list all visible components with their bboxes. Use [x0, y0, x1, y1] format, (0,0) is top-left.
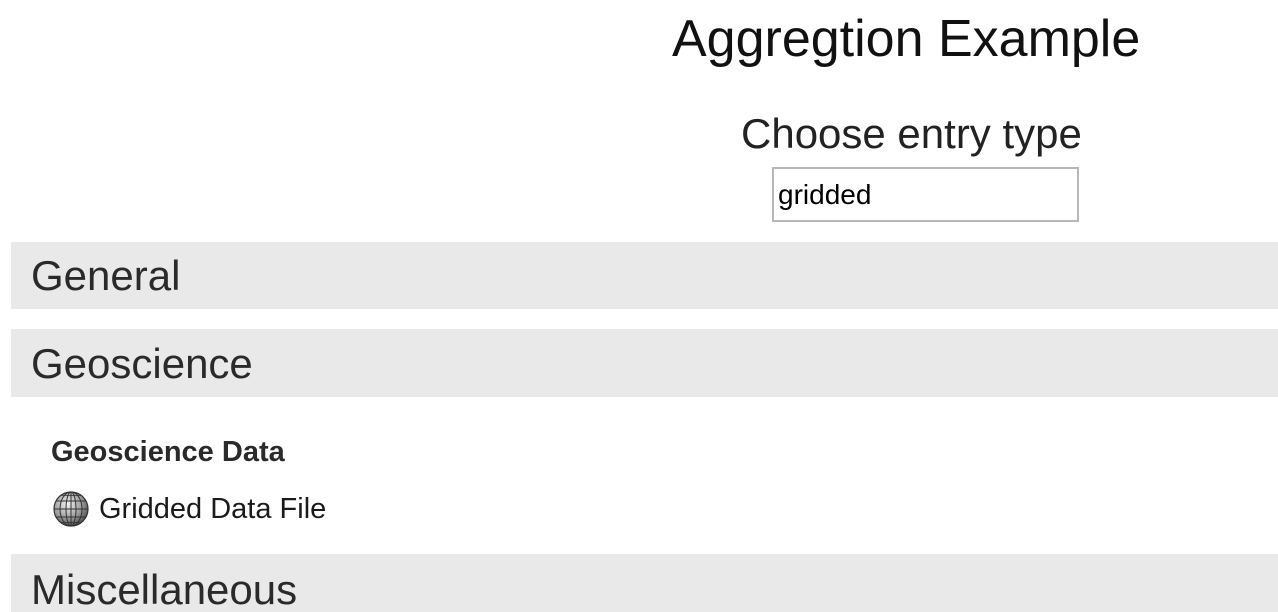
entry-type-search-input[interactable]: [772, 167, 1079, 222]
entry-type-chooser-page: Aggregtion Example Choose entry type Gen…: [0, 0, 1278, 612]
group-heading-geoscience-data: Geoscience Data: [51, 436, 285, 468]
globe-icon: [52, 490, 90, 528]
entry-type-item-gridded-data-file[interactable]: Gridded Data File: [52, 489, 326, 529]
category-header-general[interactable]: General: [11, 242, 1278, 309]
category-header-geoscience[interactable]: Geoscience: [11, 329, 1278, 397]
choose-entry-type-heading: Choose entry type: [741, 110, 1082, 157]
page-title: Aggregtion Example: [672, 10, 1141, 68]
entry-type-label: Gridded Data File: [99, 493, 327, 525]
category-header-miscellaneous[interactable]: Miscellaneous: [11, 554, 1278, 612]
